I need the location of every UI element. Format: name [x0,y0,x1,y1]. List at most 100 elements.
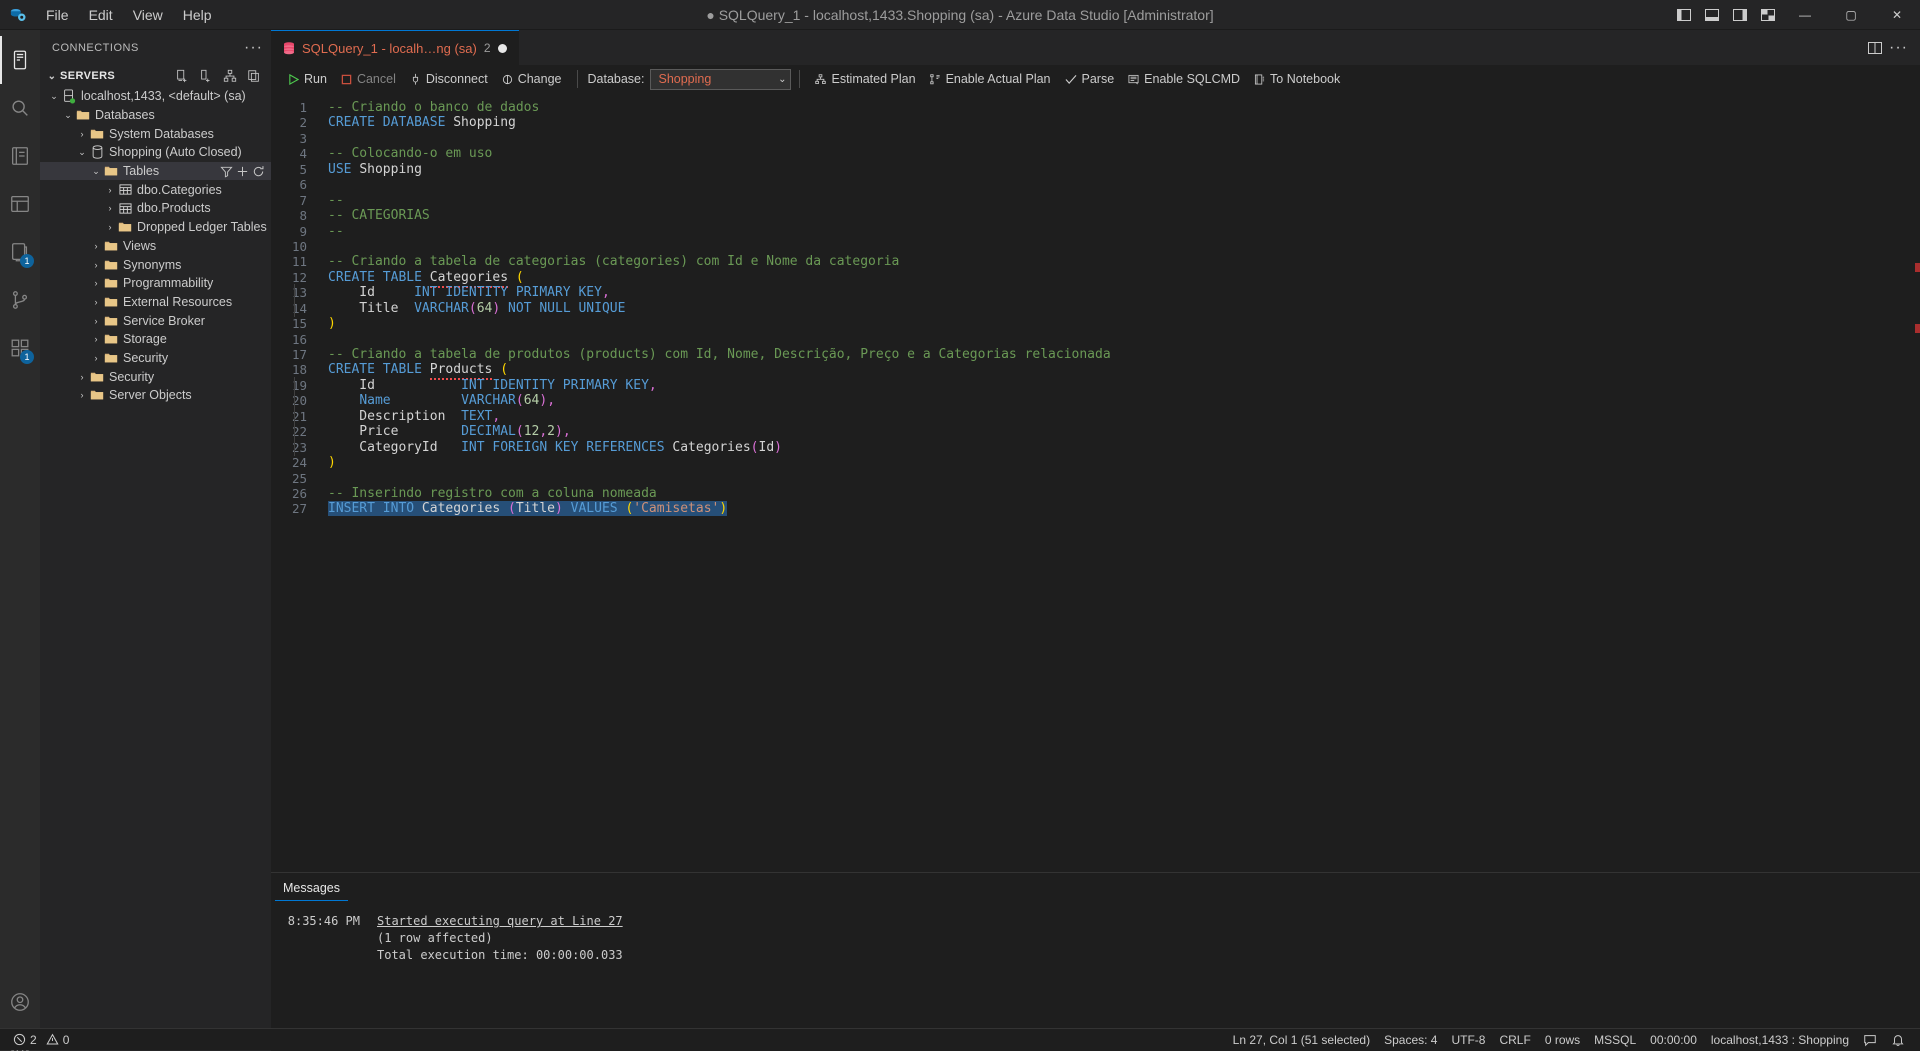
chevron-down-icon[interactable]: ⌄ [76,147,88,158]
tree-item-server-objects[interactable]: ›Server Objects [40,386,271,405]
minimize-button[interactable]: — [1782,0,1828,30]
activity-git-branch-icon[interactable] [0,276,40,324]
chevron-down-icon[interactable]: ⌄ [90,166,102,177]
maximize-button[interactable]: ▢ [1828,0,1874,30]
code-line[interactable]: 6 [271,177,1920,192]
code-line[interactable]: 24) [271,455,1920,470]
code-line[interactable]: 16 [271,332,1920,347]
tree-item-databases[interactable]: ⌄Databases [40,106,271,125]
estimated-plan-button[interactable]: Estimated Plan [808,70,922,88]
tree-item-system-databases[interactable]: ›System Databases [40,124,271,143]
status-problems[interactable]: 2 0 [6,1029,76,1051]
status-connection[interactable]: localhost,1433 : Shopping [1704,1029,1856,1051]
chevron-right-icon[interactable]: › [90,353,102,363]
parse-button[interactable]: Parse [1058,70,1122,88]
code-line[interactable]: 9-- [271,224,1920,239]
activity-notebooks-icon[interactable] [0,132,40,180]
database-dropdown[interactable]: Shopping ⌄ [650,69,791,90]
code-line[interactable]: 4-- Colocando-o em uso [271,146,1920,161]
chevron-right-icon[interactable]: › [76,390,88,400]
code-line[interactable]: 13 Id INT IDENTITY PRIMARY KEY, [271,285,1920,300]
code-line[interactable]: 19 Id INT IDENTITY PRIMARY KEY, [271,378,1920,393]
tree-item-service-broker[interactable]: ›Service Broker [40,311,271,330]
code-line[interactable]: 3 [271,131,1920,146]
database-selector[interactable]: Database: Shopping ⌄ [588,69,792,90]
tab-dirty-indicator[interactable] [498,44,507,53]
tab-sqlquery1[interactable]: SQLQuery_1 - localh…ng (sa) 2 [271,30,519,65]
tree-item-shopping-auto-closed[interactable]: ⌄Shopping (Auto Closed) [40,143,271,162]
code-line[interactable]: 1-- Criando o banco de dados [271,100,1920,115]
chevron-right-icon[interactable]: › [90,278,102,288]
tree-item-views[interactable]: ›Views [40,237,271,256]
tree-item-storage[interactable]: ›Storage [40,330,271,349]
run-button[interactable]: Run [281,70,334,88]
code-line[interactable]: 25 [271,471,1920,486]
tree-item-security[interactable]: ›Security [40,349,271,368]
menu-file[interactable]: File [36,3,79,27]
tree-item-localhost-1433-default-sa[interactable]: ⌄localhost,1433, <default> (sa) [40,87,271,106]
disconnect-button[interactable]: Disconnect [403,70,495,88]
connections-tree[interactable]: ⌄localhost,1433, <default> (sa)⌄Database… [40,87,271,1051]
chevron-down-icon[interactable]: ⌄ [62,110,74,121]
customize-layout-icon[interactable] [1754,0,1782,30]
status-bell-icon[interactable] [1884,1029,1912,1051]
status-language-mode[interactable]: MSSQL [1587,1029,1643,1051]
chevron-down-icon[interactable]: ⌄ [48,91,60,102]
activity-dashboards-icon[interactable] [0,180,40,228]
tree-item-dbo-categories[interactable]: ›dbo.Categories [40,180,271,199]
activity-search-icon[interactable] [0,84,40,132]
tab-messages[interactable]: Messages [275,878,348,901]
enable-sqlcmd-button[interactable]: Enable SQLCMD [1121,70,1247,88]
chevron-right-icon[interactable]: › [90,241,102,251]
tree-item-dbo-products[interactable]: ›dbo.Products [40,199,271,218]
tree-item-dropped-ledger-tables[interactable]: ›Dropped Ledger Tables [40,218,271,237]
close-button[interactable]: ✕ [1874,0,1920,30]
tree-item-tables[interactable]: ⌄Tables [40,162,271,181]
chevron-right-icon[interactable]: › [76,372,88,382]
code-line[interactable]: 17-- Criando a tabela de produtos (produ… [271,347,1920,362]
code-line[interactable]: 2CREATE DATABASE Shopping [271,115,1920,130]
code-line[interactable]: 18CREATE TABLE Products ( [271,362,1920,377]
code-line[interactable]: 15) [271,316,1920,331]
code-line[interactable]: 8-- CATEGORIAS [271,208,1920,223]
chevron-right-icon[interactable]: › [90,316,102,326]
split-editor-icon[interactable] [1867,40,1883,56]
code-line[interactable]: 10 [271,239,1920,254]
sql-editor[interactable]: 1-- Criando o banco de dados2CREATE DATA… [271,93,1920,872]
refresh-icon[interactable] [252,165,265,178]
activity-source-control-icon[interactable]: 1 [0,228,40,276]
toggle-primary-sidebar-icon[interactable] [1670,0,1698,30]
code-line[interactable]: 7-- [271,193,1920,208]
code-line[interactable]: 14 Title VARCHAR(64) NOT NULL UNIQUE [271,301,1920,316]
chevron-right-icon[interactable]: › [90,297,102,307]
status-eol[interactable]: CRLF [1492,1029,1537,1051]
new-connection-icon[interactable] [171,65,193,87]
code-line[interactable]: 12CREATE TABLE Categories ( [271,270,1920,285]
code-line[interactable]: 22 Price DECIMAL(12,2), [271,424,1920,439]
refresh-servers-icon[interactable] [243,65,265,87]
chevron-right-icon[interactable]: › [104,185,116,195]
tree-item-programmability[interactable]: ›Programmability [40,274,271,293]
enable-actual-plan-button[interactable]: Enable Actual Plan [923,70,1058,88]
editor-more-actions[interactable]: ··· [1889,39,1908,57]
code-line[interactable]: 5USE Shopping [271,162,1920,177]
cancel-button[interactable]: Cancel [334,70,403,88]
status-encoding[interactable]: UTF-8 [1444,1029,1492,1051]
chevron-right-icon[interactable]: › [90,260,102,270]
tree-item-synonyms[interactable]: ›Synonyms [40,255,271,274]
code-line[interactable]: 11-- Criando a tabela de categorias (cat… [271,254,1920,269]
tree-item-security[interactable]: ›Security [40,367,271,386]
chevron-right-icon[interactable]: › [76,129,88,139]
activity-extensions-icon[interactable]: 1 [0,324,40,372]
chevron-right-icon[interactable]: › [104,203,116,213]
menu-edit[interactable]: Edit [79,3,123,27]
sidebar-more-actions[interactable]: ··· [244,39,263,57]
status-cursor-position[interactable]: Ln 27, Col 1 (51 selected) [1226,1029,1377,1051]
tree-item-external-resources[interactable]: ›External Resources [40,293,271,312]
toggle-secondary-sidebar-icon[interactable] [1726,0,1754,30]
code-line[interactable]: 26-- Inserindo registro com a coluna nom… [271,486,1920,501]
status-feedback-icon[interactable] [1856,1029,1884,1051]
toggle-panel-icon[interactable] [1698,0,1726,30]
code-line[interactable]: 23 CategoryId INT FOREIGN KEY REFERENCES… [271,440,1920,455]
servers-section-header[interactable]: ⌄ SERVERS [40,65,271,87]
